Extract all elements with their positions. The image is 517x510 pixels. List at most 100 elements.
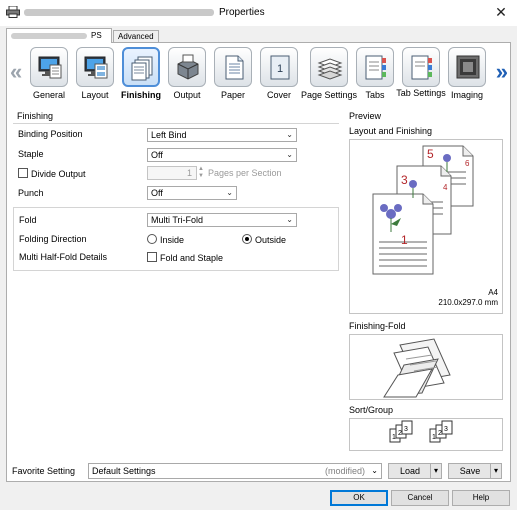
multi-half-fold-label: Multi Half-Fold Details xyxy=(19,252,108,262)
load-label: Load xyxy=(399,466,421,476)
category-imaging[interactable]: Imaging xyxy=(444,47,490,107)
save-button[interactable]: Save ▾ xyxy=(448,463,502,479)
category-tabs[interactable]: Tabs xyxy=(352,47,398,107)
svg-text:1: 1 xyxy=(277,63,283,75)
paper-dimensions: 210.0x297.0 mm xyxy=(438,298,498,307)
layout-preview: 1 3 4 5 6 A4 210.0x297.0 mm xyxy=(349,139,503,314)
scroll-right-button[interactable]: » xyxy=(496,59,508,85)
sort-group-title: Sort/Group xyxy=(349,405,394,415)
preview-panel: Preview Layout and Finishing 1 3 4 5 6 A… xyxy=(345,111,507,461)
sort-number: 3 xyxy=(444,426,448,433)
ok-button[interactable]: OK xyxy=(330,490,388,506)
paper-icon xyxy=(225,55,244,80)
tab-settings-icon xyxy=(411,55,432,80)
paper-size: A4 xyxy=(488,288,498,297)
divide-output-label: Divide Output xyxy=(31,169,86,179)
save-label: Save xyxy=(459,466,481,476)
fold-label: Fold xyxy=(19,215,37,225)
punch-select[interactable]: Off ⌄ xyxy=(147,186,237,200)
staple-select[interactable]: Off ⌄ xyxy=(147,148,297,162)
pages-per-section-value: 1 xyxy=(186,168,192,178)
category-cover[interactable]: 1 Cover xyxy=(256,47,302,107)
main-panel: « General Layout Finishing Output Paper … xyxy=(6,42,511,482)
load-button[interactable]: Load ▾ xyxy=(388,463,442,479)
page-number: 5 xyxy=(427,147,434,161)
page-number: 4 xyxy=(443,183,448,192)
favorite-setting-value: Default Settings xyxy=(92,466,156,476)
folding-direction-label: Folding Direction xyxy=(19,234,87,244)
tabs-icon xyxy=(365,55,386,80)
fold-options: Fold Multi Tri-Fold ⌄ Folding Direction I… xyxy=(13,207,339,271)
sort-sets-illustration: 1 2 3 1 2 3 xyxy=(389,420,453,443)
binding-position-value: Left Bind xyxy=(151,130,187,140)
punch-value: Off xyxy=(151,188,163,198)
spin-arrows-icon[interactable]: ▲ ▼ xyxy=(198,166,205,180)
favorite-setting-select[interactable]: Default Settings (modified) ⌄ xyxy=(88,463,382,479)
tab-advanced[interactable]: Advanced xyxy=(113,30,159,42)
page-number: 1 xyxy=(401,233,408,247)
tab-ps-label: PS xyxy=(91,31,102,40)
layout-icon xyxy=(84,56,108,79)
fold-and-staple-label: Fold and Staple xyxy=(160,253,224,263)
favorite-setting-label: Favorite Setting xyxy=(12,466,76,476)
sort-number: 2 xyxy=(438,430,442,437)
punch-label: Punch xyxy=(18,188,44,198)
cover-icon: 1 xyxy=(270,55,290,80)
close-button[interactable]: ✕ xyxy=(493,4,509,20)
pages-per-section-label: Pages per Section xyxy=(208,168,282,178)
tab-ps[interactable]: PS xyxy=(6,28,112,43)
multi-fold-illustration xyxy=(383,338,451,398)
chevron-down-icon: ⌄ xyxy=(286,215,293,224)
sort-number: 2 xyxy=(398,430,402,437)
layout-finishing-title: Layout and Finishing xyxy=(349,126,433,136)
load-dropdown-icon[interactable]: ▾ xyxy=(430,464,441,478)
stacked-pages-illustration: 1 3 4 5 6 xyxy=(372,145,474,275)
category-label: Imaging xyxy=(450,90,484,100)
cancel-button[interactable]: Cancel xyxy=(391,490,449,506)
save-dropdown-icon[interactable]: ▾ xyxy=(490,464,501,478)
finishing-fold-title: Finishing-Fold xyxy=(349,321,406,331)
page-number: 6 xyxy=(465,159,470,168)
inside-label: Inside xyxy=(160,235,185,245)
finishing-group: Finishing Binding Position Left Bind ⌄ St… xyxy=(11,111,341,461)
chevron-down-icon: ⌄ xyxy=(226,188,233,197)
output-icon xyxy=(177,54,199,80)
outside-label: Outside xyxy=(255,235,287,245)
checkbox-icon xyxy=(18,168,28,178)
radio-selected-icon xyxy=(242,234,252,244)
staple-label: Staple xyxy=(18,149,44,159)
pages-per-section-input[interactable]: 1 xyxy=(147,166,197,180)
divide-output-checkbox[interactable]: Divide Output xyxy=(18,168,86,179)
inside-radio[interactable]: Inside xyxy=(147,234,184,245)
binding-position-select[interactable]: Left Bind ⌄ xyxy=(147,128,297,142)
sort-number: 1 xyxy=(432,434,436,441)
scroll-left-button[interactable]: « xyxy=(10,59,22,85)
fold-select[interactable]: Multi Tri-Fold ⌄ xyxy=(147,213,297,227)
preview-title: Preview xyxy=(349,111,382,121)
dialog-buttons: OK Cancel Help xyxy=(0,486,517,510)
finishing-group-title: Finishing xyxy=(17,111,54,121)
chevron-down-icon: ⌄ xyxy=(371,466,378,475)
sort-preview: 1 2 3 1 2 3 xyxy=(349,418,503,451)
favorite-setting-bar: Favorite Setting Default Settings (modif… xyxy=(6,460,511,482)
category-bar: « General Layout Finishing Output Paper … xyxy=(7,45,512,107)
tab-advanced-label: Advanced xyxy=(118,32,154,41)
page-settings-icon xyxy=(317,58,343,80)
help-button[interactable]: Help xyxy=(452,490,510,506)
finishing-options: Binding Position Left Bind ⌄ Staple Off ⌄ … xyxy=(13,123,339,219)
printer-icon xyxy=(6,6,20,18)
window-title: Properties xyxy=(219,7,265,18)
fold-preview xyxy=(349,334,503,400)
sort-number: 3 xyxy=(404,426,408,433)
modified-indicator: (modified) xyxy=(324,466,365,476)
fold-value: Multi Tri-Fold xyxy=(151,215,204,225)
tab-name-redacted xyxy=(11,32,87,39)
printer-name-redacted xyxy=(24,9,214,16)
finishing-icon xyxy=(131,56,153,81)
staple-value: Off xyxy=(151,150,163,160)
outside-radio[interactable]: Outside xyxy=(242,234,286,245)
fold-and-staple-checkbox[interactable]: Fold and Staple xyxy=(147,252,223,263)
title-bar: Properties ✕ xyxy=(0,0,517,26)
radio-icon xyxy=(147,234,157,244)
general-icon xyxy=(38,56,62,79)
